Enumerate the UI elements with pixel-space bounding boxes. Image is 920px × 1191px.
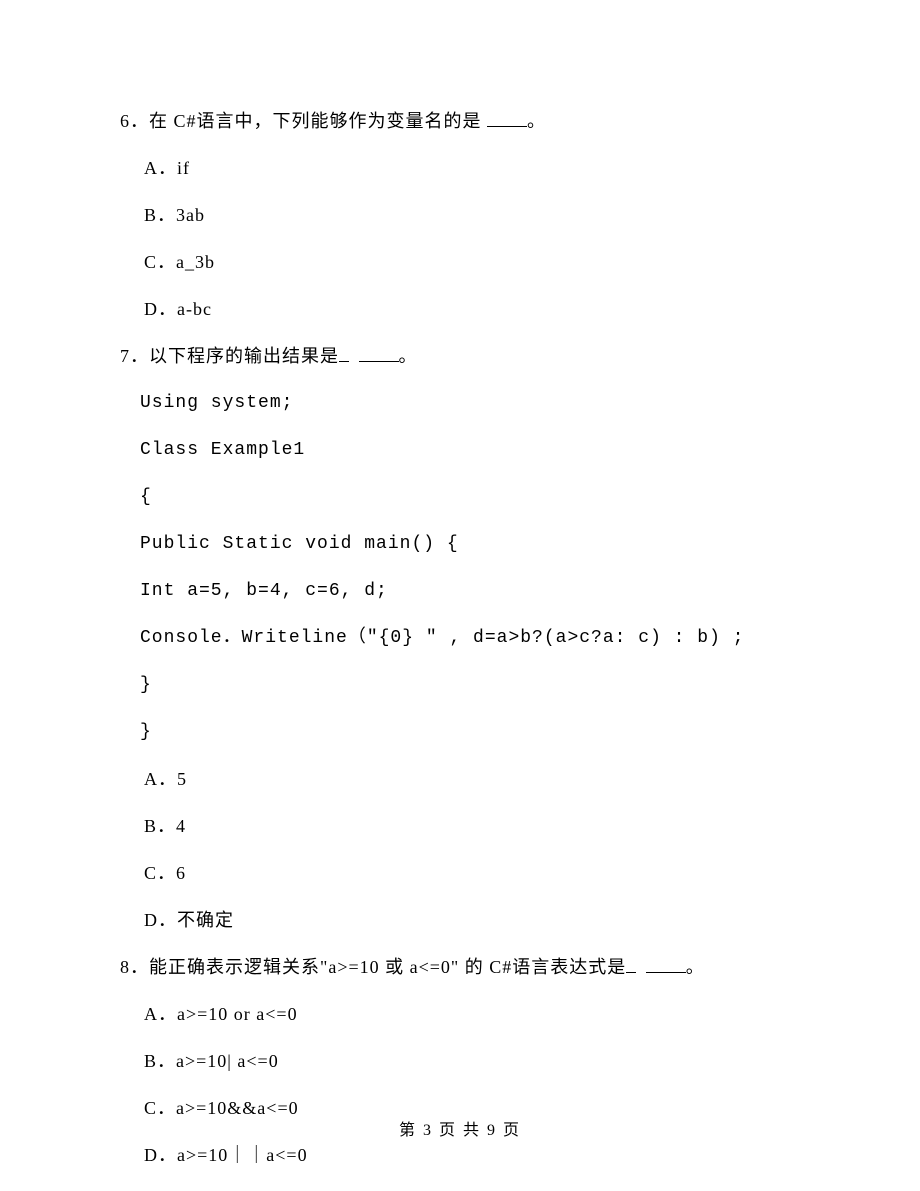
question-8-stem: 8．能正确表示逻辑关系"a>=10 或 a<=0" 的 C#语言表达式是 。 [120,954,800,981]
code-line: Console．Writeline（"{0} " , d=a>b?(a>c?a:… [140,625,800,652]
question-7-text-pre: 以下程序的输出结果是 [149,346,339,366]
question-6-number: 6． [120,111,149,131]
option-6-b: B．3ab [144,202,800,229]
blank-fill [487,126,527,127]
code-line: } [140,672,800,699]
blank-fill [646,972,686,973]
question-6-text-pre: 在 C#语言中，下列能够作为变量名的是 [149,111,487,131]
option-8-c: C．a>=10&&a<=0 [144,1095,800,1122]
code-line: Public Static void main() { [140,531,800,558]
question-7-code: Using system; Class Example1 { Public St… [120,390,800,746]
question-7-number: 7． [120,346,149,366]
option-7-b: B．4 [144,813,800,840]
option-6-c: C．a_3b [144,249,800,276]
question-7: 7．以下程序的输出结果是 。 Using system; Class Examp… [120,343,800,934]
option-7-d: D．不确定 [144,907,800,934]
question-8-text-post: 。 [686,957,705,977]
blank-fill-short [626,972,636,973]
question-6-stem: 6．在 C#语言中，下列能够作为变量名的是 。 [120,108,800,135]
question-8-options: A．a>=10 or a<=0 B．a>=10| a<=0 C．a>=10&&a… [120,1001,800,1169]
question-7-options: A．5 B．4 C．6 D．不确定 [120,766,800,934]
code-line: { [140,484,800,511]
question-7-stem: 7．以下程序的输出结果是 。 [120,343,800,370]
page-content: 6．在 C#语言中，下列能够作为变量名的是 。 A．if B．3ab C．a_3… [0,0,920,1169]
question-7-text-post: 。 [399,346,418,366]
page-number: 第 3 页 共 9 页 [399,1122,521,1139]
code-line: Using system; [140,390,800,417]
blank-fill [359,361,399,362]
code-line: } [140,719,800,746]
option-7-c: C．6 [144,860,800,887]
option-6-d: D．a-bc [144,296,800,323]
code-line: Class Example1 [140,437,800,464]
option-8-d: D．a>=10｜｜a<=0 [144,1142,800,1169]
question-6-options: A．if B．3ab C．a_3b D．a-bc [120,155,800,323]
option-6-a: A．if [144,155,800,182]
option-8-a: A．a>=10 or a<=0 [144,1001,800,1028]
question-8-number: 8． [120,957,149,977]
blank-fill-short [339,361,349,362]
page-footer: 第 3 页 共 9 页 [0,1119,920,1143]
question-6-text-post: 。 [527,111,546,131]
question-6: 6．在 C#语言中，下列能够作为变量名的是 。 A．if B．3ab C．a_3… [120,108,800,323]
question-8-text-pre: 能正确表示逻辑关系"a>=10 或 a<=0" 的 C#语言表达式是 [149,957,626,977]
option-8-b: B．a>=10| a<=0 [144,1048,800,1075]
code-line: Int a=5, b=4, c=6, d; [140,578,800,605]
option-7-a: A．5 [144,766,800,793]
